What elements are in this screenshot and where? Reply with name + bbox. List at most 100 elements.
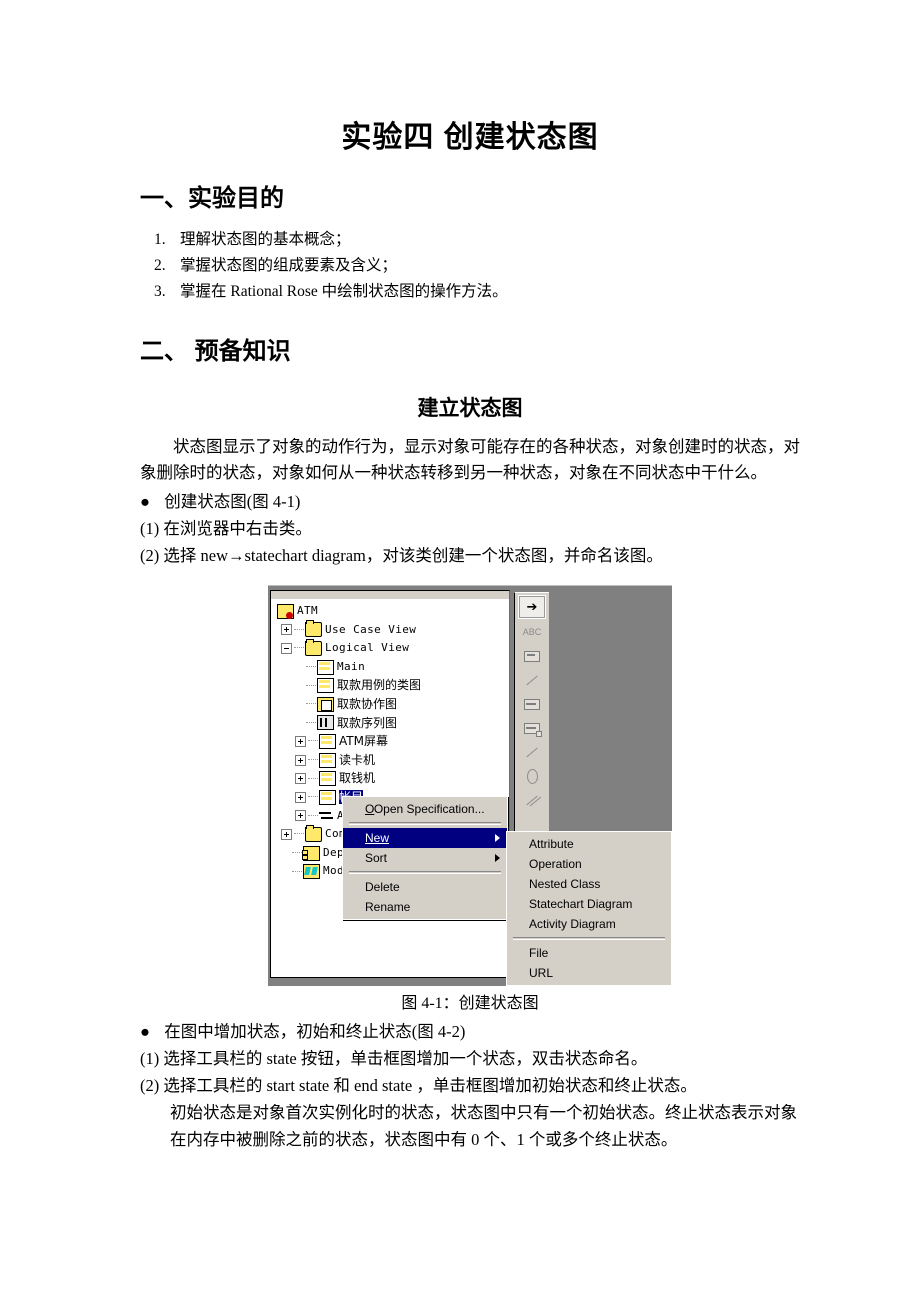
- menu-item-label: Rename: [365, 900, 411, 914]
- bullet-dot-icon: ●: [140, 492, 150, 511]
- submenu-item-url[interactable]: URL: [507, 963, 671, 983]
- menu-item-open-specification[interactable]: OOpen Specification...: [343, 799, 507, 819]
- menu-item-delete[interactable]: Delete: [343, 877, 507, 897]
- submenu-item-activity-diagram[interactable]: Activity Diagram: [507, 914, 671, 934]
- class-icon: [319, 752, 336, 768]
- bullet-create-statechart: ● 创建状态图(图 4-1): [140, 488, 800, 515]
- list-item: 1. 理解状态图的基本概念；: [140, 227, 800, 253]
- submenu-item-attribute[interactable]: Attribute: [507, 834, 671, 854]
- folder-icon: [305, 638, 322, 656]
- folder-icon: [305, 824, 322, 842]
- chevron-right-icon: [495, 854, 500, 862]
- objective-number: 3.: [154, 283, 166, 300]
- model-properties-icon: [303, 864, 320, 880]
- tree-item-atm[interactable]: ATM: [275, 602, 509, 621]
- class-diagram-icon: [317, 678, 334, 694]
- list-item: 3. 掌握在 Rational Rose 中绘制状态图的操作方法。: [140, 279, 800, 305]
- collaboration-diagram-icon: [317, 696, 334, 712]
- abc-text-icon: ABC: [522, 627, 542, 637]
- objective-text: 掌握状态图的组成要素及含义；: [180, 257, 398, 274]
- diagram-canvas[interactable]: [550, 590, 672, 848]
- menu-item-rename[interactable]: Rename: [343, 897, 507, 917]
- expander-plus-icon[interactable]: [281, 828, 292, 840]
- tree-item-card-reader[interactable]: 读卡机: [275, 751, 509, 770]
- tree-item-label: Use Case View: [325, 622, 417, 636]
- expander-plus-icon[interactable]: [295, 754, 306, 766]
- state-tool-button[interactable]: [519, 693, 545, 715]
- anchor-note-tool-button[interactable]: [519, 669, 545, 691]
- arrow-cursor-icon: ➔: [526, 599, 538, 614]
- tree-item-label: 读卡机: [339, 752, 376, 767]
- tree-item-atm-screen[interactable]: ATM屏幕: [275, 732, 509, 751]
- start-state-tool-button[interactable]: [519, 765, 545, 787]
- document-content: 实验四 创建状态图 一、实验目的 1. 理解状态图的基本概念； 2. 掌握状态图…: [140, 0, 800, 1153]
- expander-plus-icon[interactable]: [281, 624, 292, 636]
- chevron-right-icon: [495, 834, 500, 842]
- submenu-item-statechart-diagram[interactable]: Statechart Diagram: [507, 894, 671, 914]
- objectives-list: 1. 理解状态图的基本概念； 2. 掌握状态图的组成要素及含义； 3. 掌握在 …: [140, 227, 800, 305]
- document-page: 实验四 创建状态图 一、实验目的 1. 理解状态图的基本概念； 2. 掌握状态图…: [0, 0, 920, 1302]
- sequence-diagram-icon: [317, 715, 334, 731]
- expander-minus-icon[interactable]: [281, 642, 292, 654]
- class-icon: [319, 789, 336, 805]
- text-tool-button[interactable]: ABC: [519, 621, 545, 643]
- context-menu[interactable]: OOpen Specification... New Sort Delete R…: [342, 796, 508, 920]
- folder-icon: [305, 620, 322, 638]
- tree-item-withdraw-class-diagram[interactable]: 取款用例的类图: [275, 676, 509, 695]
- tree-item-cash-dispenser[interactable]: 取钱机: [275, 769, 509, 788]
- menu-item-label: Open Specification...: [373, 802, 485, 816]
- menu-item-new[interactable]: New: [343, 828, 507, 848]
- tree-item-label: 取款序列图: [337, 715, 398, 730]
- objective-number: 1.: [154, 231, 166, 248]
- submenu-item-file[interactable]: File: [507, 943, 671, 963]
- menu-item-sort[interactable]: Sort: [343, 848, 507, 868]
- objective-number: 2.: [154, 257, 166, 274]
- end-state-icon: [519, 789, 545, 811]
- objective-text: 理解状态图的基本概念；: [180, 231, 351, 248]
- bullet-text: 创建状态图(图 4-1): [164, 492, 301, 511]
- class-icon: [319, 771, 336, 787]
- menu-separator: [513, 937, 665, 940]
- diagram-toolbox[interactable]: ➔ ABC: [514, 592, 549, 851]
- tree-item-logical-view[interactable]: Logical View: [275, 638, 509, 658]
- subsection-heading: 建立状态图: [417, 397, 523, 420]
- menu-mnemonic: O: [365, 802, 375, 816]
- tree-item-main[interactable]: Main: [275, 658, 509, 677]
- state-box-icon: [519, 693, 545, 715]
- section-heading-prerequisites: 二、 预备知识: [140, 338, 291, 365]
- new-submenu[interactable]: Attribute Operation Nested Class Statech…: [506, 831, 672, 986]
- list-item: 2. 掌握状态图的组成要素及含义；: [140, 253, 800, 279]
- expander-plus-icon[interactable]: [295, 773, 306, 785]
- end-state-tool-button[interactable]: [519, 789, 545, 811]
- bullet-dot-icon: ●: [140, 1022, 150, 1041]
- intro-paragraph: 状态图显示了对象的动作行为，显示对象可能存在的各种状态，对象创建时的状态，对象删…: [140, 437, 800, 482]
- selection-tool-button[interactable]: ➔: [518, 595, 546, 619]
- menu-item-label: Operation: [529, 857, 582, 871]
- submenu-item-nested-class[interactable]: Nested Class: [507, 874, 671, 894]
- submenu-item-operation[interactable]: Operation: [507, 854, 671, 874]
- menu-item-label: Delete: [365, 880, 400, 894]
- transition-tool-button[interactable]: [519, 741, 545, 763]
- activity-box-icon: [519, 717, 545, 739]
- step-1-2: (2) 选择 new→statechart diagram，对该类创建一个状态图…: [140, 546, 663, 565]
- expander-plus-icon[interactable]: [295, 810, 306, 822]
- menu-item-label: Activity Diagram: [529, 917, 616, 931]
- tree-item-label: 取款协作图: [337, 696, 398, 711]
- tree-item-label: ATM: [297, 604, 319, 617]
- expander-plus-icon[interactable]: [295, 735, 306, 747]
- step-2-2: (2) 选择工具栏的 start state 和 end state ，单击框图…: [140, 1076, 697, 1095]
- activity-tool-button[interactable]: [519, 717, 545, 739]
- anchor-line-icon: [519, 669, 545, 691]
- tree-item-withdraw-collaboration-diagram[interactable]: 取款协作图: [275, 695, 509, 714]
- menu-separator: [349, 871, 501, 874]
- tree-item-withdraw-sequence-diagram[interactable]: 取款序列图: [275, 714, 509, 733]
- note-tool-button[interactable]: [519, 645, 545, 667]
- expander-plus-icon[interactable]: [295, 791, 306, 803]
- objective-text: 掌握在 Rational Rose 中绘制状态图的操作方法。: [180, 283, 508, 300]
- tree-item-use-case-view[interactable]: Use Case View: [275, 620, 509, 640]
- tree-item-label: Logical View: [325, 641, 410, 655]
- menu-item-label: Sort: [365, 851, 388, 865]
- menu-separator: [349, 822, 501, 825]
- menu-item-label: Attribute: [529, 837, 574, 851]
- menu-item-label: URL: [529, 966, 554, 980]
